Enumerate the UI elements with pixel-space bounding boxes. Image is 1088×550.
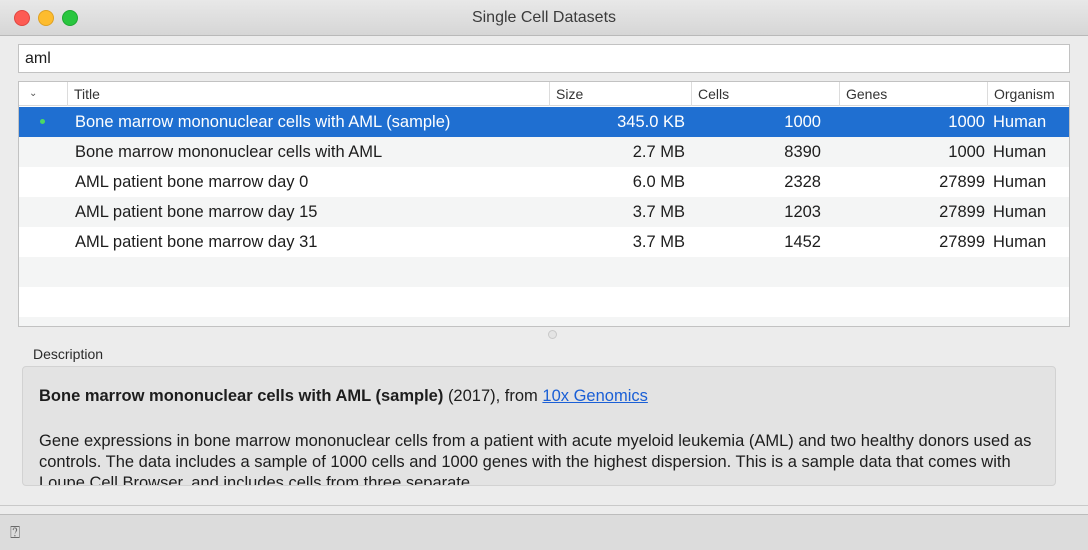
- table-row[interactable]: Bone marrow mononuclear cells with AML (…: [19, 107, 1069, 137]
- table-row[interactable]: AML patient bone marrow day 0 6.0 MB 232…: [19, 167, 1069, 197]
- row-cells: 8390: [784, 143, 821, 161]
- status-bar: ⍰: [0, 514, 1088, 550]
- empty-row: [19, 257, 1069, 287]
- description-heading: Bone marrow mononuclear cells with AML (…: [39, 387, 648, 406]
- row-organism: Human: [993, 203, 1047, 221]
- row-title: AML patient bone marrow day 0: [75, 173, 309, 191]
- row-organism: Human: [993, 233, 1047, 251]
- table-row[interactable]: Bone marrow mononuclear cells with AML 2…: [19, 137, 1069, 167]
- row-organism: Human: [993, 143, 1047, 161]
- splitter-handle[interactable]: [548, 330, 557, 339]
- row-cells: 1000: [784, 113, 821, 131]
- row-genes: 27899: [939, 173, 985, 191]
- row-size: 3.7 MB: [632, 233, 685, 251]
- table-row[interactable]: AML patient bone marrow day 15 3.7 MB 12…: [19, 197, 1069, 227]
- column-header-size[interactable]: Size: [549, 82, 680, 106]
- table-header: ⌄ Title Size Cells Genes Organism: [19, 82, 1069, 106]
- row-title: AML patient bone marrow day 31: [75, 233, 318, 251]
- status-dot-icon: [40, 119, 45, 124]
- row-genes: 27899: [939, 233, 985, 251]
- column-header-genes[interactable]: Genes: [839, 82, 985, 106]
- row-genes: 27899: [939, 203, 985, 221]
- row-size: 2.7 MB: [632, 143, 685, 161]
- row-cells: 2328: [784, 173, 821, 191]
- row-cells: 1452: [784, 233, 821, 251]
- row-title: Bone marrow mononuclear cells with AML: [75, 143, 383, 161]
- row-size: 3.7 MB: [632, 203, 685, 221]
- empty-row: [19, 287, 1069, 317]
- window-title: Single Cell Datasets: [471, 9, 617, 26]
- row-genes: 1000: [948, 113, 985, 131]
- row-genes: 1000: [948, 143, 985, 161]
- column-header-cells[interactable]: Cells: [691, 82, 835, 106]
- empty-row: [19, 317, 1069, 326]
- description-body: Gene expressions in bone marrow mononucl…: [39, 432, 1032, 486]
- description-year: (2017), from: [447, 387, 538, 405]
- row-title: AML patient bone marrow day 15: [75, 203, 318, 221]
- description-label: Description: [33, 346, 104, 362]
- source-link[interactable]: 10x Genomics: [542, 387, 647, 405]
- chevron-down-icon[interactable]: ⌄: [29, 82, 37, 106]
- row-size: 345.0 KB: [617, 113, 685, 131]
- row-organism: Human: [993, 113, 1047, 131]
- table-row[interactable]: AML patient bone marrow day 31 3.7 MB 14…: [19, 227, 1069, 257]
- row-organism: Human: [993, 173, 1047, 191]
- column-header-organism[interactable]: Organism: [987, 82, 1069, 106]
- row-size: 6.0 MB: [632, 173, 685, 191]
- help-icon[interactable]: ⍰: [10, 523, 20, 543]
- description-panel: Bone marrow mononuclear cells with AML (…: [22, 366, 1056, 486]
- column-header-title[interactable]: Title: [67, 82, 549, 106]
- description-title: Bone marrow mononuclear cells with AML (…: [39, 387, 444, 405]
- row-title: Bone marrow mononuclear cells with AML (…: [75, 113, 451, 131]
- row-cells: 1203: [784, 203, 821, 221]
- search-input[interactable]: [18, 44, 1070, 73]
- title-bar: Single Cell Datasets: [0, 0, 1088, 36]
- divider: [0, 505, 1088, 506]
- datasets-table[interactable]: ⌄ Title Size Cells Genes Organism Bone m…: [18, 81, 1070, 327]
